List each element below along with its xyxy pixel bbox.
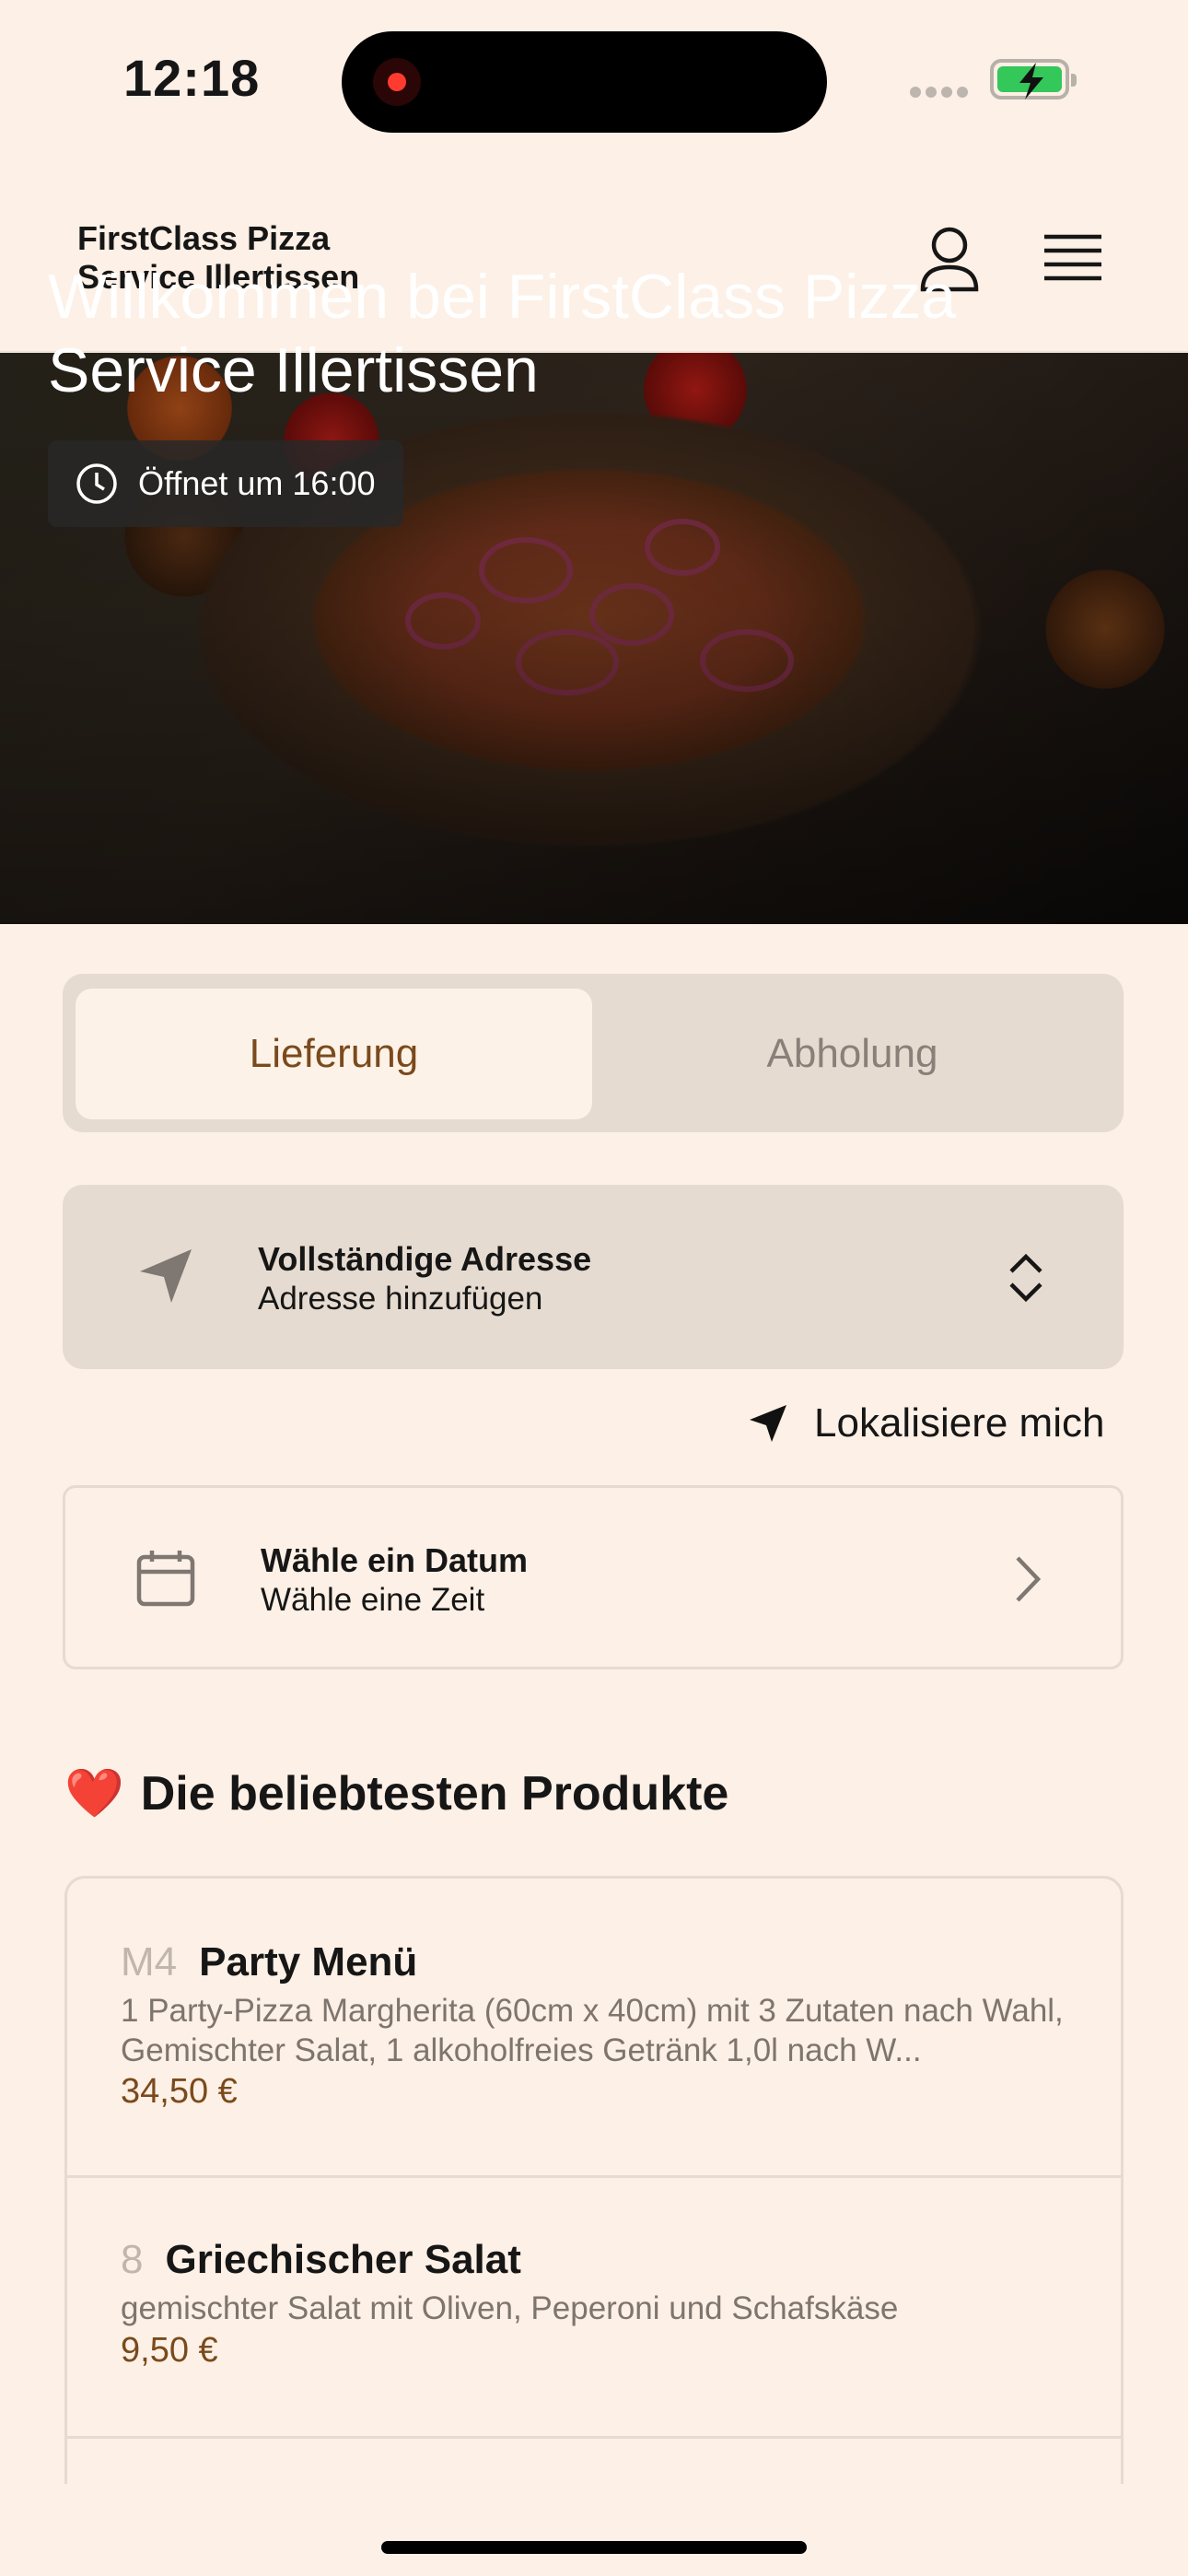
product-title: 8 Griechischer Salat	[121, 2237, 521, 2283]
recording-indicator-icon	[373, 58, 421, 106]
hero-title: Willkommen bei FirstClass Pizza Service …	[48, 262, 957, 405]
opening-hours-badge: Öffnet um 16:00	[48, 440, 403, 527]
chevron-up-down-icon	[1009, 1253, 1042, 1303]
product-price: 34,50 €	[121, 2072, 238, 2111]
product-description: 1 Party-Pizza Margherita (60cm x 40cm) m…	[121, 1993, 1064, 2068]
date-time-selector[interactable]: Wähle ein Datum Wähle eine Zeit	[63, 1485, 1124, 1669]
date-title: Wähle ein Datum	[261, 1541, 529, 1579]
time-subtitle: Wähle eine Zeit	[261, 1582, 485, 1618]
opening-hours-text: Öffnet um 16:00	[138, 464, 376, 502]
locate-me-label: Lokalisiere mich	[814, 1400, 1105, 1446]
product-number: 8	[121, 2237, 144, 2282]
locate-me-button[interactable]: Lokalisiere mich	[748, 1400, 1104, 1446]
heart-icon: ❤️	[64, 1767, 124, 1821]
cellular-signal-icon	[910, 86, 973, 102]
tab-delivery[interactable]: Lieferung	[76, 989, 592, 1119]
calendar-icon	[136, 1551, 195, 1607]
battery-charging-icon	[990, 59, 1077, 100]
product-description: gemischter Salat mit Oliven, Peperoni un…	[121, 2290, 899, 2326]
popular-products-heading: ❤️ Die beliebtesten Produkte	[64, 1765, 728, 1821]
chevron-right-icon	[1016, 1556, 1042, 1602]
popular-products-title: Die beliebtesten Produkte	[140, 1766, 729, 1821]
status-time: 12:18	[123, 49, 261, 107]
product-title: M4 Party Menü	[121, 1939, 417, 1985]
address-selector[interactable]: Vollständige Adresse Adresse hinzufügen	[63, 1185, 1124, 1369]
address-subtitle: Adresse hinzufügen	[258, 1281, 543, 1317]
hero-banner-image	[0, 353, 1188, 924]
clock-icon	[76, 463, 117, 504]
dynamic-island	[342, 31, 827, 133]
product-price: 9,50 €	[121, 2331, 218, 2370]
product-list: M4 Party Menü 1 Party-Pizza Margherita (6…	[64, 1876, 1124, 2484]
product-number: M4	[121, 1939, 178, 1985]
product-name: Party Menü	[199, 1939, 418, 1985]
address-title: Vollständige Adresse	[258, 1240, 592, 1278]
order-mode-toggle: Lieferung Abholung	[63, 974, 1124, 1132]
tab-pickup[interactable]: Abholung	[594, 989, 1111, 1119]
product-item[interactable]: 8 Griechischer Salat gemischter Salat mit…	[67, 2178, 1121, 2439]
product-name: Griechischer Salat	[165, 2237, 521, 2282]
location-arrow-icon	[140, 1249, 192, 1303]
location-arrow-icon	[750, 1405, 786, 1442]
product-item[interactable]: M4 Party Menü 1 Party-Pizza Margherita (6…	[67, 1879, 1121, 2178]
home-indicator[interactable]	[381, 2541, 807, 2554]
